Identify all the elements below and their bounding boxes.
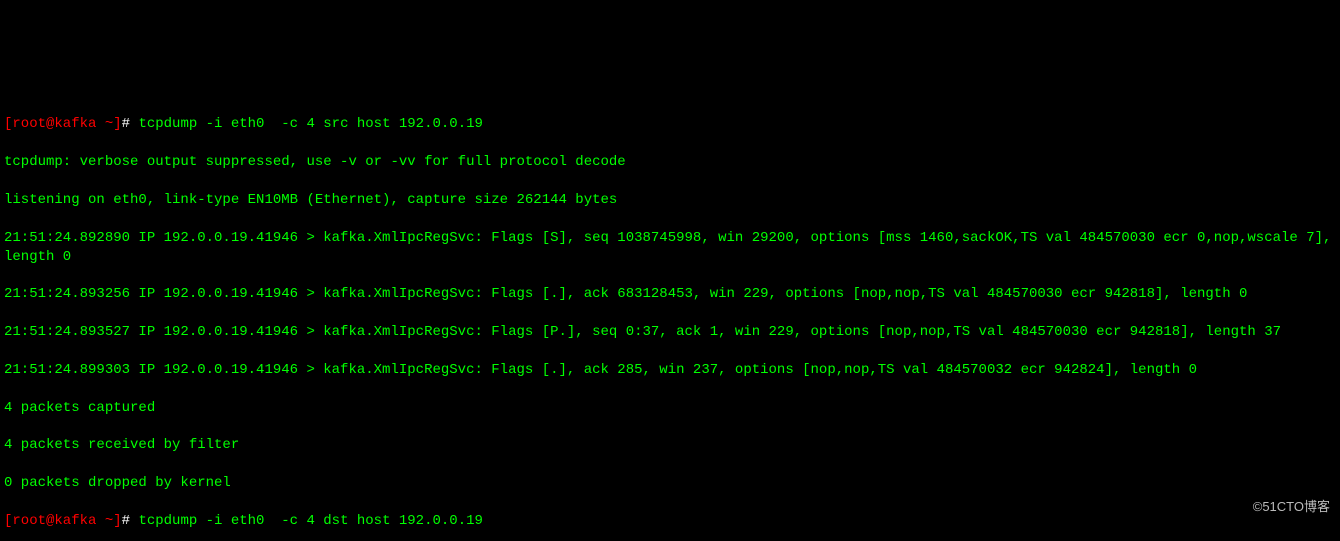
output-line: 0 packets dropped by kernel <box>4 474 1336 493</box>
prompt-line-1: [root@kafka ~]# tcpdump -i eth0 -c 4 src… <box>4 115 1336 134</box>
output-line: 21:51:24.893527 IP 192.0.0.19.41946 > ka… <box>4 323 1336 342</box>
command-text: tcpdump -i eth0 -c 4 src host 192.0.0.19 <box>138 116 482 132</box>
output-line: tcpdump: verbose output suppressed, use … <box>4 153 1336 172</box>
prompt-user: [root@kafka ~] <box>4 513 122 529</box>
prompt-user: [root@kafka ~] <box>4 116 122 132</box>
prompt-separator: # <box>122 116 139 132</box>
watermark: ©51CTO博客 <box>1253 498 1330 516</box>
output-line: 21:51:24.893256 IP 192.0.0.19.41946 > ka… <box>4 285 1336 304</box>
output-line: 21:51:24.899303 IP 192.0.0.19.41946 > ka… <box>4 361 1336 380</box>
prompt-line-2: [root@kafka ~]# tcpdump -i eth0 -c 4 dst… <box>4 512 1336 531</box>
output-line: listening on eth0, link-type EN10MB (Eth… <box>4 191 1336 210</box>
output-line: 4 packets received by filter <box>4 436 1336 455</box>
output-line: 21:51:24.892890 IP 192.0.0.19.41946 > ka… <box>4 229 1336 267</box>
output-line: 4 packets captured <box>4 399 1336 418</box>
terminal[interactable]: [root@kafka ~]# tcpdump -i eth0 -c 4 src… <box>0 94 1340 541</box>
prompt-separator: # <box>122 513 139 529</box>
command-text: tcpdump -i eth0 -c 4 dst host 192.0.0.19 <box>138 513 482 529</box>
